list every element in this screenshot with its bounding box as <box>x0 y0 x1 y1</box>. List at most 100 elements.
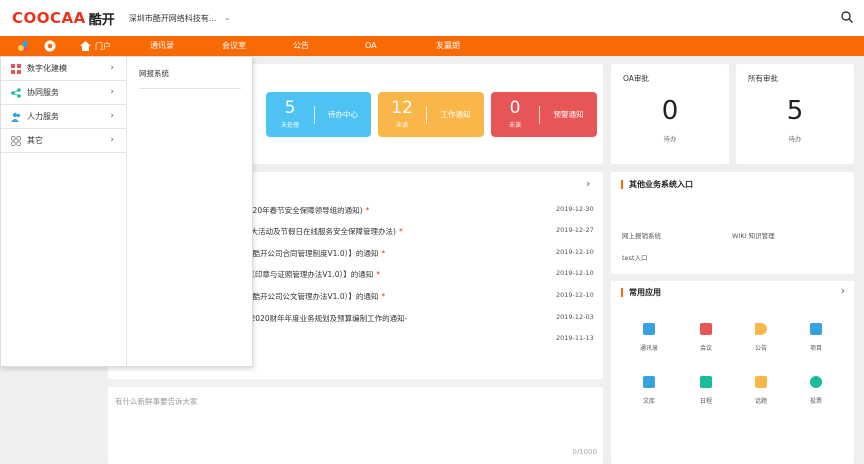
people-icon <box>11 112 21 122</box>
app-contacts[interactable]: 通讯录 <box>629 323 669 352</box>
dropdown-category-list: 数字化建模 › 协同服务 › 人力服务 › 其它 › <box>1 57 127 366</box>
dropdown-subitem-reimbursement-system[interactable]: 网报系统 <box>127 57 253 79</box>
stat-card-warning[interactable]: 0 未读 预警通知 <box>491 92 597 137</box>
nav-item-oa[interactable]: OA <box>365 36 377 56</box>
chevron-right-icon[interactable]: › <box>586 177 590 190</box>
approval-title: 所有审批 <box>748 74 778 83</box>
chevron-right-icon: › <box>110 111 114 121</box>
required-star: * <box>398 227 403 236</box>
app-meeting[interactable]: 会议 <box>686 323 726 352</box>
stat-label: 工作通知 <box>440 110 471 119</box>
stat-sub-label: 未读 <box>508 122 521 129</box>
grid-icon <box>11 63 21 74</box>
app-label: 日程 <box>699 398 712 405</box>
project-icon <box>810 323 822 335</box>
stat-card-todo[interactable]: 5 未处理 待办中心 <box>266 92 371 137</box>
portal-dropdown-menu: 数字化建模 › 协同服务 › 人力服务 › 其它 › 网报系统 <box>0 56 253 367</box>
link-wiki[interactable]: WIKI 知识管理 <box>732 230 775 240</box>
app-label: 话题 <box>754 398 767 405</box>
app-library[interactable]: 文库 <box>629 376 669 405</box>
character-counter: 0/1000 <box>572 448 597 456</box>
approval-label: 待办 <box>663 135 677 143</box>
required-star: * <box>381 292 386 301</box>
required-star: * <box>376 270 380 279</box>
required-star: * <box>365 206 370 215</box>
notice-title: 公司重大活动及节假日在线服务安全保障管理办法) <box>228 227 396 236</box>
notice-date: 2019-12-10 <box>556 248 594 256</box>
link-test[interactable]: test入口 <box>622 252 647 262</box>
schedule-icon <box>700 376 712 388</box>
notice-date: 2019-12-30 <box>556 205 594 213</box>
app-announcement[interactable]: 公告 <box>741 323 781 352</box>
dropdown-item-label: 数字化建模 <box>27 64 67 73</box>
dropdown-item-label: 其它 <box>27 136 43 145</box>
section-title: 常用应用 <box>621 287 661 298</box>
notice-date: 2019-12-03 <box>556 313 594 321</box>
app-label: 会议 <box>699 345 712 352</box>
all-approval-card[interactable]: 所有审批 5 待办 <box>736 64 854 164</box>
announce-icon <box>755 323 767 335</box>
app-label: 通讯录 <box>639 345 658 352</box>
stat-sub-label: 未处理 <box>280 122 299 129</box>
app-label: 项目 <box>809 345 822 352</box>
nav-portal-label: 门户 <box>95 41 111 51</box>
dropdown-item-other[interactable]: 其它 › <box>1 129 126 153</box>
app-label: 公告 <box>754 345 767 352</box>
nav-item-contacts[interactable]: 通讯录 <box>150 36 174 56</box>
stat-count: 5 <box>284 98 296 118</box>
approval-title: OA审批 <box>623 74 649 83</box>
chevron-right-icon: › <box>110 135 114 145</box>
meeting-icon <box>700 323 712 335</box>
library-icon <box>643 376 655 388</box>
dropdown-item-hr-service[interactable]: 人力服务 › <box>1 105 126 129</box>
stat-label: 预警通知 <box>553 110 584 119</box>
logo[interactable]: COOCAA 酷开 <box>12 9 115 28</box>
other-systems-panel: 其他业务系统入口 网上报销系统 WIKI 知识管理 test入口 <box>611 172 854 274</box>
dropdown-item-label: 协同服务 <box>27 88 59 97</box>
app-vote[interactable]: 投票 <box>796 376 836 405</box>
stat-label: 待办中心 <box>328 110 358 119</box>
compass-icon[interactable] <box>43 39 57 53</box>
contacts-icon <box>643 323 655 335</box>
search-icon[interactable] <box>840 10 854 24</box>
app-topic[interactable]: 话题 <box>741 376 781 405</box>
stat-count: 12 <box>391 98 413 118</box>
stat-card-work-notice[interactable]: 12 未读 工作通知 <box>378 92 484 137</box>
apps-launcher-icon[interactable] <box>16 39 30 53</box>
stat-count: 0 <box>509 98 521 118</box>
app-project[interactable]: 项目 <box>796 323 836 352</box>
dropdown-subitem-panel: 网报系统 <box>127 57 253 89</box>
approval-count: 0 <box>661 96 679 126</box>
chevron-right-icon: › <box>110 63 114 73</box>
notice-date: 2019-11-13 <box>556 334 594 342</box>
chevron-right-icon[interactable]: › <box>841 284 845 297</box>
app-schedule[interactable]: 日程 <box>686 376 726 405</box>
vote-icon <box>810 376 822 388</box>
oa-approval-card[interactable]: OA审批 0 待办 <box>611 64 729 164</box>
dropdown-item-digital-modeling[interactable]: 数字化建模 › <box>1 57 126 81</box>
nav-item-meeting-room[interactable]: 会议室 <box>222 36 246 56</box>
share-icon <box>11 87 21 98</box>
stat-sub-label: 未读 <box>395 122 408 129</box>
dropdown-item-collaboration[interactable]: 协同服务 › <box>1 81 126 105</box>
top-header: COOCAA 酷开 深圳市酷开网络科技有... ⌄ <box>0 0 864 36</box>
chevron-down-icon: ⌄ <box>224 14 231 22</box>
required-star: * <box>381 249 386 258</box>
approval-label: 待办 <box>788 135 802 143</box>
company-name: 深圳市酷开网络科技有... <box>128 13 217 23</box>
main-nav: 门户 通讯录 会议室 公告 OA 友赢朗 <box>0 36 864 56</box>
dropdown-item-label: 人力服务 <box>27 112 59 121</box>
logo-text-en: COOCAA <box>12 9 86 27</box>
nav-item-youyinglang[interactable]: 友赢朗 <box>436 36 460 56</box>
notice-date: 2019-12-27 <box>556 226 594 234</box>
nav-item-announcement[interactable]: 公告 <box>293 36 309 56</box>
post-box[interactable]: 有什么新鲜事要告诉大家 0/1000 <box>108 387 603 464</box>
nav-item-portal[interactable]: 门户 <box>80 36 111 56</box>
company-selector[interactable]: 深圳市酷开网络科技有... ⌄ <box>129 13 231 24</box>
link-reimbursement[interactable]: 网上报销系统 <box>622 230 661 240</box>
approval-count: 5 <box>786 96 804 126</box>
notice-date: 2019-12-10 <box>556 291 594 299</box>
chevron-right-icon: › <box>110 87 114 97</box>
post-input-placeholder: 有什么新鲜事要告诉大家 <box>115 397 198 406</box>
home-icon <box>80 41 91 51</box>
